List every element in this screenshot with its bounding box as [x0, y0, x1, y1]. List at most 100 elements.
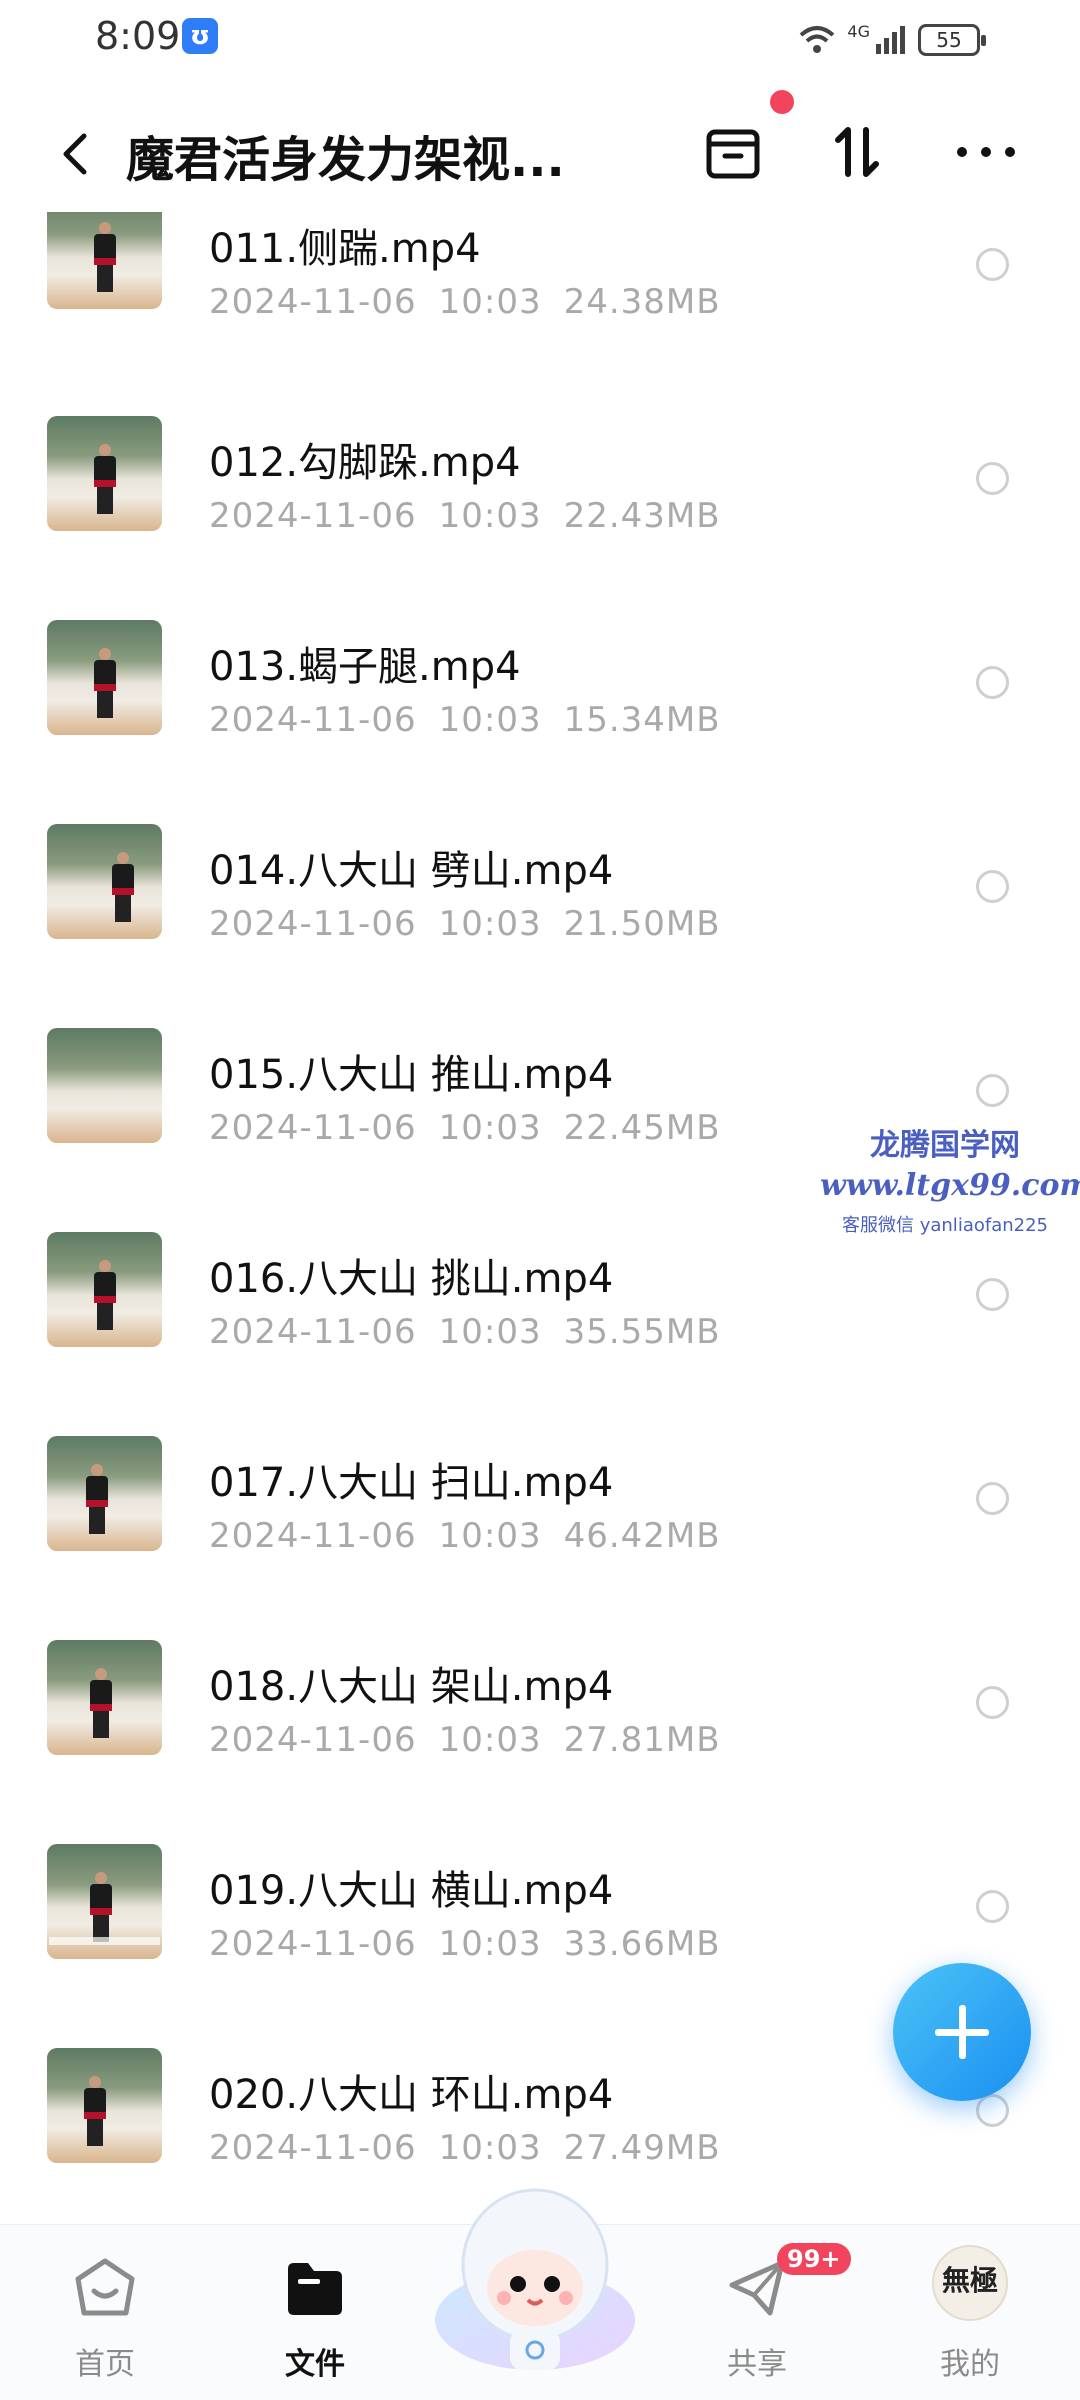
file-date: 2024-11-06: [209, 1312, 417, 1352]
file-row[interactable]: 014.八大山 劈山.mp4 2024-11-06 10:03 21.50MB: [0, 816, 1080, 1020]
watermark: 龙腾国学网 www.ltgx99.com 客服微信 yanliaofan225: [820, 1120, 1080, 1237]
status-bar: 8:09 ʊ 4G 55: [0, 0, 1080, 80]
watermark-contact: 客服微信 yanliaofan225: [842, 1215, 1048, 1236]
signal-icon: [876, 26, 905, 54]
nav-home-label: 首页: [75, 2347, 135, 2382]
file-time: 10:03: [438, 282, 542, 322]
nav-files[interactable]: 文件: [245, 2225, 385, 2400]
file-date: 2024-11-06: [209, 1924, 417, 1964]
wifi-icon: [800, 26, 835, 53]
file-date: 2024-11-06: [209, 496, 417, 536]
file-size: 21.50MB: [563, 904, 721, 944]
video-thumbnail: [47, 1232, 162, 1347]
file-meta: 2024-11-06 10:03 22.45MB: [209, 1108, 743, 1148]
network-type: 4G: [847, 21, 870, 41]
file-name: 017.八大山 扫山.mp4: [209, 1460, 614, 1506]
file-size: 35.55MB: [563, 1312, 721, 1352]
file-date: 2024-11-06: [209, 1108, 417, 1148]
sort-arrows-icon[interactable]: [822, 116, 894, 188]
avatar-icon: 無極: [932, 2245, 1008, 2321]
file-date: 2024-11-06: [209, 904, 417, 944]
file-size: 22.43MB: [563, 496, 721, 536]
file-meta: 2024-11-06 10:03 27.81MB: [209, 1720, 743, 1760]
file-meta: 2024-11-06 10:03 35.55MB: [209, 1312, 743, 1352]
file-time: 10:03: [438, 1924, 542, 1964]
video-thumbnail: [47, 2048, 162, 2163]
file-size: 27.49MB: [563, 2128, 721, 2168]
file-name: 016.八大山 挑山.mp4: [209, 1256, 614, 1302]
file-time: 10:03: [438, 1312, 542, 1352]
file-date: 2024-11-06: [209, 2128, 417, 2168]
select-radio[interactable]: [976, 666, 1009, 699]
file-time: 10:03: [438, 1720, 542, 1760]
file-name: 012.勾脚跺.mp4: [209, 440, 521, 486]
file-size: 27.81MB: [563, 1720, 721, 1760]
select-radio[interactable]: [976, 2094, 1009, 2127]
file-time: 10:03: [438, 700, 542, 740]
chevron-left-icon[interactable]: [50, 124, 100, 184]
select-radio[interactable]: [976, 248, 1009, 281]
file-size: 46.42MB: [563, 1516, 721, 1556]
file-name: 013.蝎子腿.mp4: [209, 644, 521, 690]
file-meta: 2024-11-06 10:03 27.49MB: [209, 2128, 743, 2168]
archive-box-icon[interactable]: [697, 116, 769, 188]
file-time: 10:03: [438, 2128, 542, 2168]
file-name: 020.八大山 环山.mp4: [209, 2072, 614, 2118]
home-icon: [75, 2258, 135, 2316]
video-thumbnail: [47, 1844, 162, 1959]
file-name: 011.侧踹.mp4: [209, 226, 481, 272]
mascot-icon[interactable]: [430, 2170, 640, 2380]
avatar-text: 無極: [941, 2264, 998, 2297]
file-row[interactable]: 017.八大山 扫山.mp4 2024-11-06 10:03 46.42MB: [0, 1428, 1080, 1632]
file-name: 014.八大山 劈山.mp4: [209, 848, 614, 894]
file-meta: 2024-11-06 10:03 21.50MB: [209, 904, 743, 944]
file-row[interactable]: 018.八大山 架山.mp4 2024-11-06 10:03 27.81MB: [0, 1632, 1080, 1836]
watermark-url: www.ltgx99.com: [820, 1168, 1080, 1203]
file-meta: 2024-11-06 10:03 15.34MB: [209, 700, 743, 740]
select-radio[interactable]: [976, 1890, 1009, 1923]
more-dots-icon[interactable]: [950, 116, 1022, 188]
select-radio[interactable]: [976, 1482, 1009, 1515]
nav-mine-label: 我的: [940, 2347, 1000, 2382]
file-time: 10:03: [438, 1516, 542, 1556]
nav-share-label: 共享: [727, 2347, 787, 2382]
file-date: 2024-11-06: [209, 282, 417, 322]
select-radio[interactable]: [976, 462, 1009, 495]
file-row[interactable]: 013.蝎子腿.mp4 2024-11-06 10:03 15.34MB: [0, 612, 1080, 816]
video-thumbnail: [47, 212, 162, 309]
video-thumbnail: [47, 1436, 162, 1551]
file-date: 2024-11-06: [209, 700, 417, 740]
add-button[interactable]: [893, 1963, 1031, 2101]
status-time: 8:09: [95, 14, 181, 58]
file-meta: 2024-11-06 10:03 33.66MB: [209, 1924, 743, 1964]
nav-mine[interactable]: 無極 我的: [900, 2225, 1040, 2400]
file-size: 15.34MB: [563, 700, 721, 740]
file-row[interactable]: 016.八大山 挑山.mp4 2024-11-06 10:03 35.55MB: [0, 1224, 1080, 1428]
folder-icon: [288, 2263, 342, 2315]
video-thumbnail: [47, 416, 162, 531]
select-radio[interactable]: [976, 870, 1009, 903]
select-radio[interactable]: [976, 1074, 1009, 1107]
file-size: 22.45MB: [563, 1108, 721, 1148]
nav-home[interactable]: 首页: [35, 2225, 175, 2400]
select-radio[interactable]: [976, 1686, 1009, 1719]
nav-share[interactable]: 99+ 共享: [687, 2225, 851, 2400]
file-time: 10:03: [438, 496, 542, 536]
status-indicators: 4G 55: [797, 18, 986, 62]
select-radio[interactable]: [976, 1278, 1009, 1311]
battery-indicator: 55: [918, 24, 986, 56]
file-meta: 2024-11-06 10:03 22.43MB: [209, 496, 743, 536]
nav-files-label: 文件: [285, 2347, 345, 2382]
file-date: 2024-11-06: [209, 1516, 417, 1556]
file-name: 015.八大山 推山.mp4: [209, 1052, 614, 1098]
video-thumbnail: [47, 1028, 162, 1143]
header: 魔君活身发力架视...: [0, 92, 1080, 212]
video-thumbnail: [47, 620, 162, 735]
file-row[interactable]: 011.侧踹.mp4 2024-11-06 10:03 24.38MB: [0, 212, 1080, 408]
file-size: 24.38MB: [563, 282, 721, 322]
file-row[interactable]: 012.勾脚跺.mp4 2024-11-06 10:03 22.43MB: [0, 408, 1080, 612]
file-date: 2024-11-06: [209, 1720, 417, 1760]
video-thumbnail: [47, 1640, 162, 1755]
page-title: 魔君活身发力架视...: [126, 132, 565, 188]
file-size: 33.66MB: [563, 1924, 721, 1964]
